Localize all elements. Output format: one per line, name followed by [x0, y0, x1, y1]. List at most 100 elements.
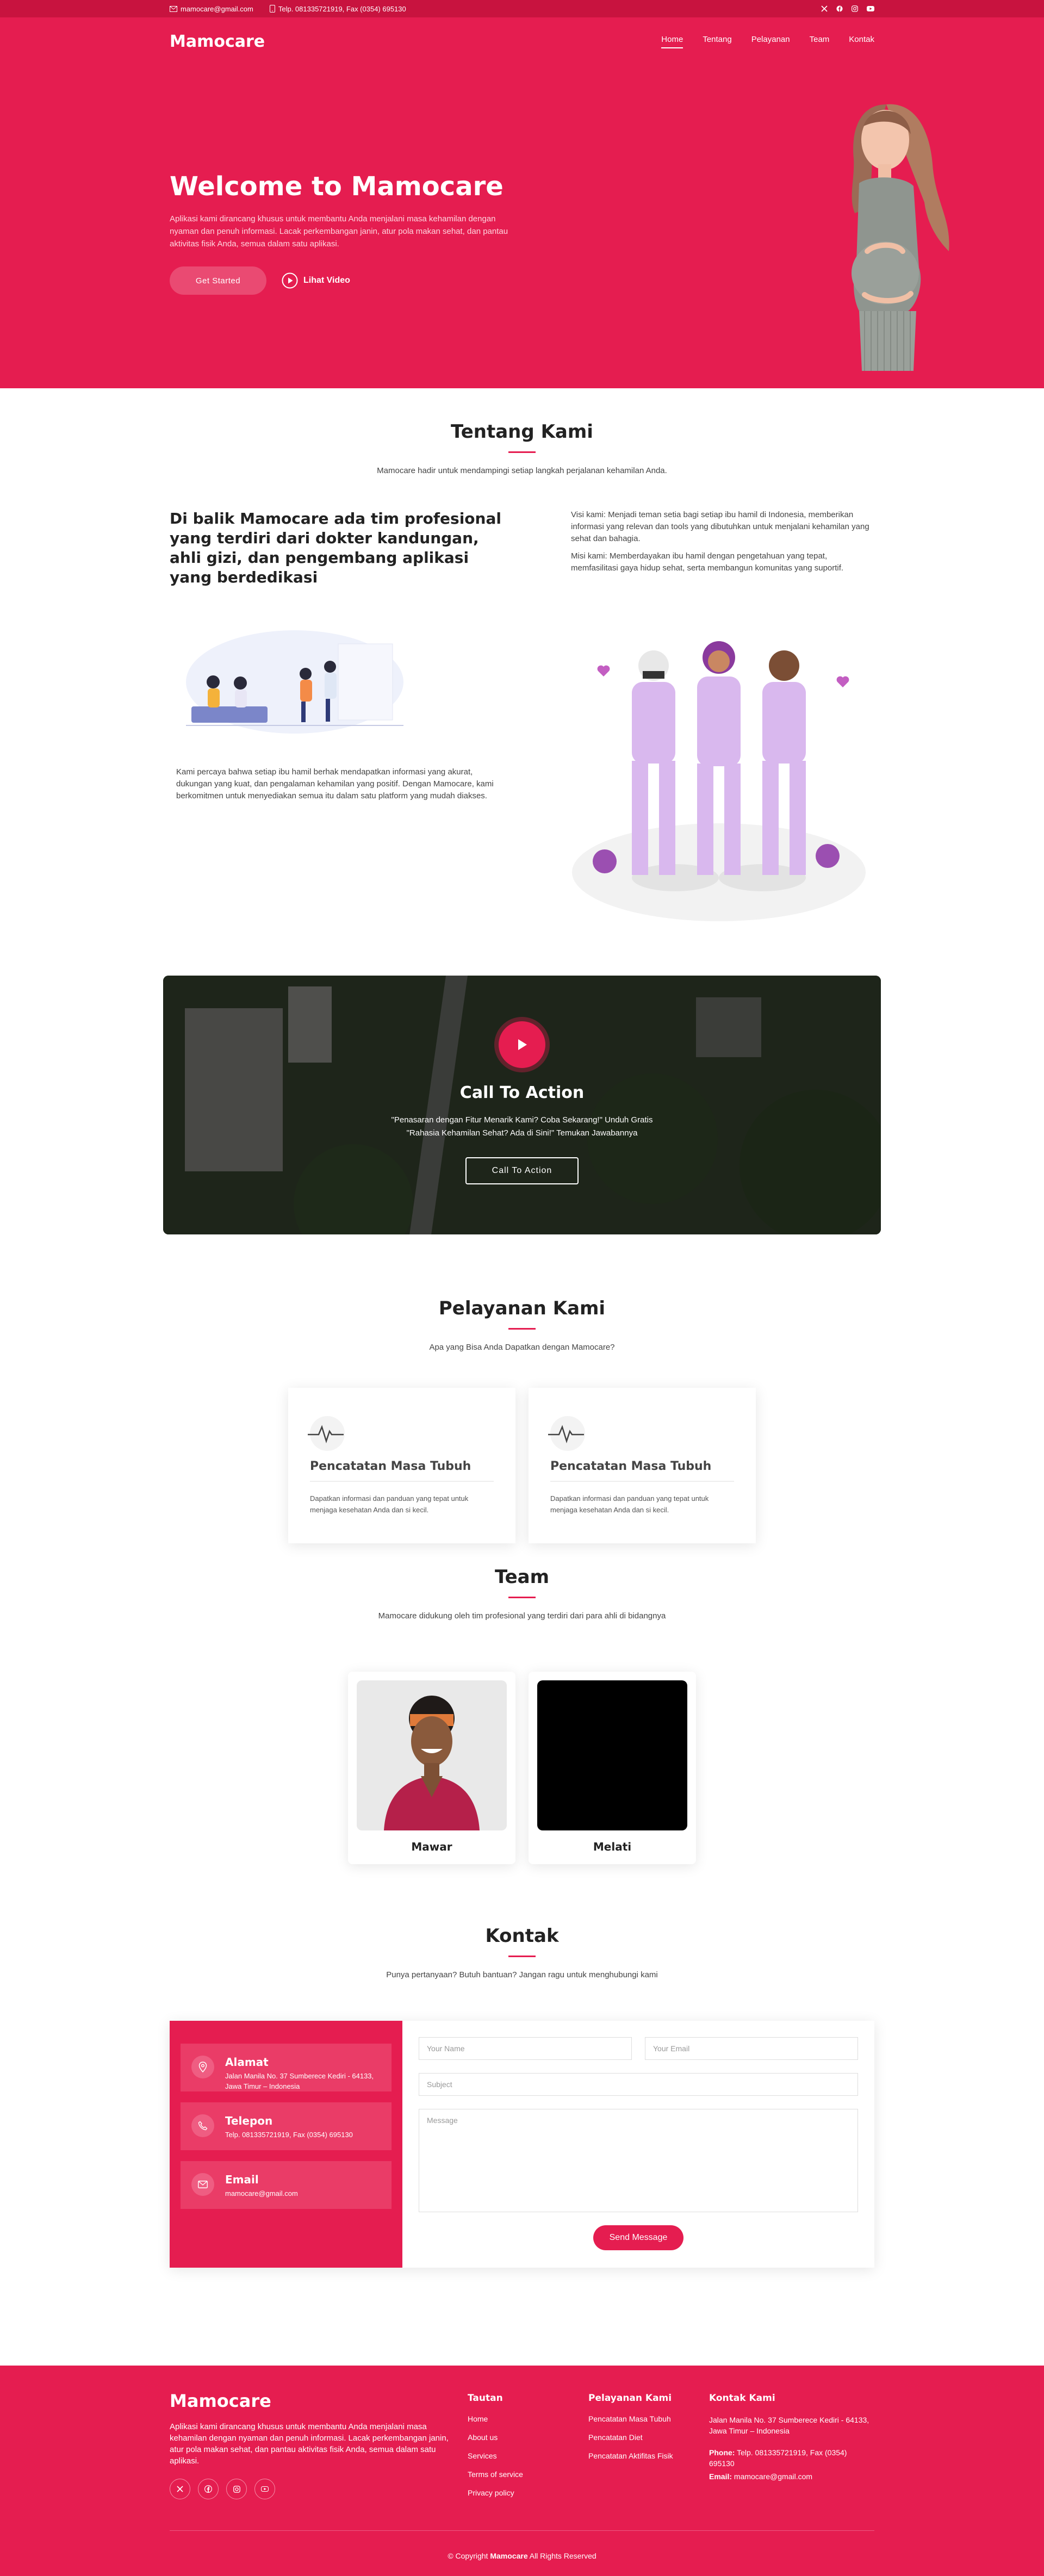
nav-kontak[interactable]: Kontak — [849, 35, 874, 48]
youtube-icon[interactable] — [254, 2479, 275, 2499]
team-member-card[interactable]: Melati — [529, 1672, 696, 1864]
service-card[interactable]: Pencatatan Masa Tubuh Dapatkan informasi… — [288, 1388, 515, 1543]
cta-line-1: "Penasaran dengan Fitur Menarik Kami? Co… — [391, 1115, 653, 1125]
team-member-card[interactable]: Mawar — [348, 1672, 515, 1864]
contact-title-underline — [508, 1956, 536, 1957]
footer-address: Jalan Manila No. 37 Sumberece Kediri - 6… — [709, 2416, 869, 2435]
footer-phone-label: Phone: — [709, 2448, 735, 2457]
topbar-social — [821, 5, 874, 12]
nav-home[interactable]: Home — [661, 35, 683, 48]
waiting-room-illustration — [186, 630, 403, 734]
service-description: Dapatkan informasi dan panduan yang tepa… — [310, 1494, 469, 1514]
nav-pelayanan[interactable]: Pelayanan — [751, 35, 790, 48]
youtube-icon[interactable] — [867, 5, 874, 12]
cta-description: "Penasaran dengan Fitur Menarik Kami? Co… — [163, 1114, 881, 1140]
site-logo[interactable]: Mamocare — [170, 32, 265, 51]
about-belief: Kami percaya bahwa setiap ibu hamil berh… — [176, 767, 494, 800]
nurses-illustration — [572, 641, 866, 921]
team-title-underline — [508, 1597, 536, 1598]
watch-video-button[interactable]: Lihat Video — [282, 272, 350, 289]
footer-service-link[interactable]: Pencatatan Diet — [588, 2433, 673, 2442]
nav-team[interactable]: Team — [810, 35, 830, 48]
envelope-icon — [170, 5, 177, 12]
footer-services: Pelayanan Kami Pencatatan Masa Tubuh Pen… — [588, 2393, 673, 2470]
watch-video-label: Lihat Video — [303, 276, 350, 285]
nav-tentang[interactable]: Tentang — [703, 35, 731, 48]
team-member-photo — [537, 1680, 687, 1830]
heartbeat-icon — [548, 1416, 585, 1451]
team-member-name: Melati — [593, 1840, 632, 1853]
team-list: Mawar Melati — [0, 1672, 1044, 1864]
footer-link-home[interactable]: Home — [468, 2414, 523, 2423]
get-started-button[interactable]: Get Started — [170, 266, 266, 295]
name-field[interactable]: Your Name — [419, 2037, 632, 2060]
contact-email-card: Email mamocare@gmail.com — [181, 2161, 391, 2209]
topbar-phone[interactable]: Telp. 081335721919, Fax (0354) 695130 — [269, 5, 406, 13]
footer-link-services[interactable]: Services — [468, 2451, 523, 2460]
send-message-button[interactable]: Send Message — [593, 2225, 683, 2250]
footer-link-privacy[interactable]: Privacy policy — [468, 2488, 523, 2497]
service-title: Pencatatan Masa Tubuh — [550, 1460, 734, 1482]
about-vision-mission: Visi kami: Menjadi teman setia bagi seti… — [571, 509, 874, 580]
footer-service-link[interactable]: Pencatatan Aktifitas Fisik — [588, 2451, 673, 2460]
cta-section: Call To Action "Penasaran dengan Fitur M… — [163, 976, 881, 1234]
footer-link-about[interactable]: About us — [468, 2433, 523, 2442]
phone-icon — [269, 5, 275, 13]
play-icon — [516, 1038, 528, 1051]
pregnant-woman-illustration — [852, 104, 949, 371]
service-card[interactable]: Pencatatan Masa Tubuh Dapatkan informasi… — [529, 1388, 756, 1543]
site-header: Mamocare Home Tentang Pelayanan Team Kon… — [0, 17, 1044, 65]
about-section: Tentang Kami Mamocare hadir untuk mendam… — [0, 388, 1044, 976]
contact-section: Kontak Punya pertanyaan? Butuh bantuan? … — [0, 1925, 1044, 2366]
heartbeat-icon — [308, 1416, 345, 1451]
facebook-icon[interactable] — [836, 5, 843, 12]
footer-service-link[interactable]: Pencatatan Masa Tubuh — [588, 2414, 673, 2423]
footer-logo[interactable]: Mamocare — [170, 2391, 463, 2411]
services-subtitle: Apa yang Bisa Anda Dapatkan dengan Mamoc… — [429, 1343, 615, 1352]
team-title: Team — [494, 1566, 550, 1588]
email-field[interactable]: Your Email — [645, 2037, 858, 2060]
contact-address-title: Alamat — [225, 2056, 269, 2069]
contact-phone-card: Telepon Telp. 081335721919, Fax (0354) 6… — [181, 2102, 391, 2150]
services-section: Pelayanan Kami Apa yang Bisa Anda Dapatk… — [0, 1234, 1044, 1566]
footer-phone: Phone: Telp. 081335721919, Fax (0354) 69… — [709, 2447, 874, 2469]
footer-divider — [170, 2530, 874, 2531]
instagram-icon[interactable] — [226, 2479, 247, 2499]
team-subtitle: Mamocare didukung oleh tim profesional y… — [378, 1611, 666, 1621]
topbar-email-text: mamocare@gmail.com — [181, 4, 253, 13]
contact-address-value: Jalan Manila No. 37 Sumberece Kediri - 6… — [225, 2072, 374, 2090]
copyright-suffix: All Rights Reserved — [529, 2552, 596, 2560]
envelope-icon — [191, 2173, 214, 2196]
hero-text: Welcome to Mamocare Aplikasi kami diranc… — [170, 171, 529, 295]
contact-phone-title: Telepon — [225, 2114, 273, 2127]
map-pin-icon — [191, 2056, 214, 2078]
about-vision: Visi kami: Menjadi teman setia bagi seti… — [571, 510, 869, 543]
team-member-name: Mawar — [411, 1840, 452, 1853]
hero-actions: Get Started Lihat Video — [170, 266, 529, 295]
cta-button[interactable]: Call To Action — [465, 1157, 579, 1184]
service-description: Dapatkan informasi dan panduan yang tepa… — [550, 1494, 709, 1514]
x-twitter-icon[interactable] — [821, 5, 828, 12]
topbar-email[interactable]: mamocare@gmail.com — [170, 5, 253, 13]
hero-title: Welcome to Mamocare — [170, 171, 504, 202]
cta-line-2: "Rahasia Kehamilan Sehat? Ada di Sini!" … — [406, 1128, 638, 1138]
footer-email-value[interactable]: mamocare@gmail.com — [734, 2472, 812, 2481]
contact-email-value[interactable]: mamocare@gmail.com — [225, 2188, 298, 2199]
facebook-icon[interactable] — [198, 2479, 219, 2499]
footer-brand: Mamocare Aplikasi kami dirancang khusus … — [170, 2391, 463, 2499]
footer-link-terms[interactable]: Terms of service — [468, 2470, 523, 2479]
footer-links-title: Tautan — [468, 2393, 503, 2404]
contact-form: Your Name Your Email Subject Message Sen… — [402, 2021, 874, 2268]
instagram-icon[interactable] — [852, 5, 858, 12]
service-title: Pencatatan Masa Tubuh — [310, 1460, 494, 1482]
subject-field[interactable]: Subject — [419, 2073, 858, 2096]
contact-info-panel: Alamat Jalan Manila No. 37 Sumberece Ked… — [170, 2021, 402, 2268]
cta-play-button[interactable] — [499, 1021, 545, 1068]
message-field[interactable]: Message — [419, 2109, 858, 2212]
footer-links: Tautan Home About us Services Terms of s… — [468, 2393, 523, 2507]
contact-email-title: Email — [225, 2173, 259, 2186]
x-twitter-icon[interactable] — [170, 2479, 190, 2499]
footer-description: Aplikasi kami dirancang khusus untuk mem… — [170, 2422, 449, 2466]
footer-email-label: Email: — [709, 2472, 732, 2481]
about-mission: Misi kami: Memberdayakan ibu hamil denga… — [571, 551, 844, 573]
